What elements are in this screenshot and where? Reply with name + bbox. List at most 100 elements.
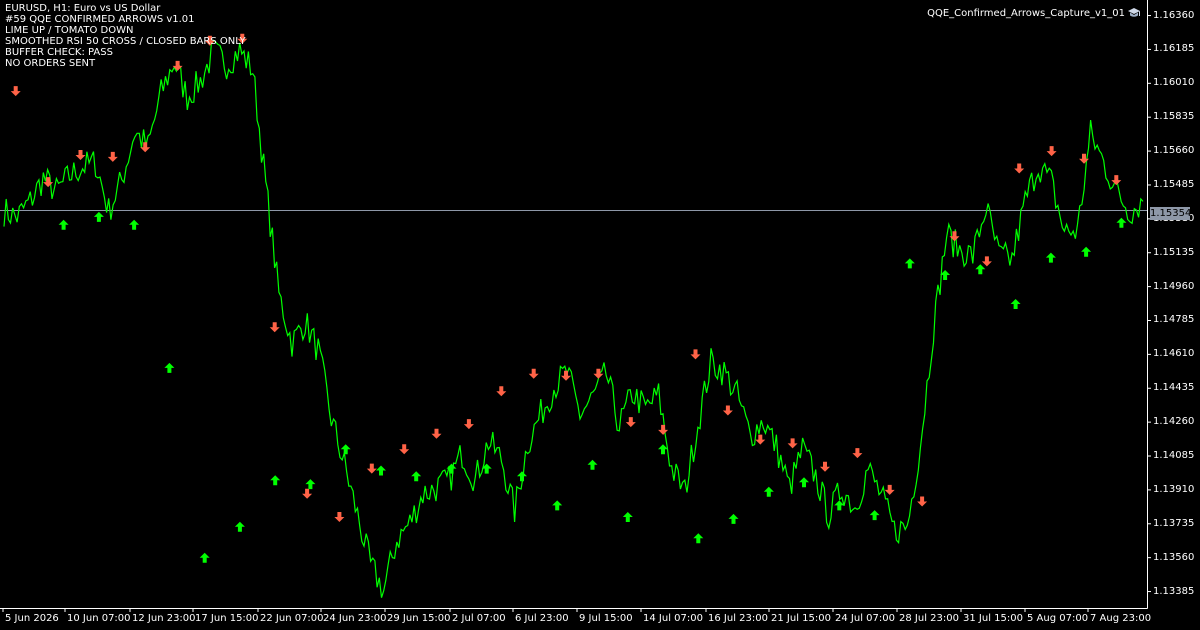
buy-arrow <box>1081 246 1092 257</box>
sell-arrow <box>820 461 830 472</box>
signal-arrows <box>10 33 1127 563</box>
sell-arrow <box>722 405 733 416</box>
buy-arrow <box>376 465 386 476</box>
price-tick-label: 1.16185 <box>1153 43 1195 55</box>
sell-arrow <box>1014 163 1025 174</box>
sell-arrow <box>496 386 507 397</box>
sell-arrow <box>561 370 571 381</box>
time-tick-label: 24 Jun 23:00 <box>323 613 387 624</box>
price-tick-label: 1.14960 <box>1153 280 1195 292</box>
bid-price-badge: 1.15354 <box>1150 207 1192 220</box>
buy-arrow <box>305 479 316 490</box>
indicator-name-label: QQE_Confirmed_Arrows_Capture_v1_01 <box>927 8 1125 19</box>
price-tick-label: 1.15135 <box>1153 246 1195 258</box>
axis-tick-marks <box>2 15 1151 612</box>
time-tick-label: 29 Jun 15:00 <box>387 613 451 624</box>
buy-arrow <box>869 510 880 521</box>
graduation-cap-icon <box>1128 8 1140 17</box>
sell-arrow <box>884 484 895 495</box>
sell-arrow <box>302 488 313 499</box>
sell-arrow <box>10 86 21 97</box>
price-tick-label: 1.14260 <box>1153 416 1195 428</box>
time-tick-label: 10 Jun 07:00 <box>67 613 131 624</box>
price-tick-label: 1.13910 <box>1153 483 1195 495</box>
time-tick-label: 2 Jul 07:00 <box>452 613 506 624</box>
buy-arrow <box>517 471 527 482</box>
time-tick-label: 22 Jun 07:00 <box>260 613 324 624</box>
price-tick-label: 1.15660 <box>1153 145 1195 157</box>
buy-arrow <box>552 500 563 511</box>
price-tick-label: 1.14610 <box>1153 348 1195 360</box>
buy-arrow <box>164 362 175 373</box>
buy-arrow <box>1116 217 1127 228</box>
sell-arrow <box>75 150 86 160</box>
time-tick-label: 21 Jul 15:00 <box>771 613 831 624</box>
time-tick-label: 24 Jul 07:00 <box>835 613 895 624</box>
chart-frame <box>0 0 1148 609</box>
buy-arrow <box>975 264 986 275</box>
buy-arrow <box>340 444 351 455</box>
price-tick-label: 1.16360 <box>1153 9 1195 21</box>
buy-arrow <box>234 521 245 532</box>
info-line: LIME UP / TOMATO DOWN <box>5 25 134 36</box>
info-line: NO ORDERS SENT <box>5 58 96 69</box>
info-line: EURUSD, H1: Euro vs US Dollar <box>5 3 161 14</box>
sell-arrow <box>852 448 863 459</box>
price-line <box>3 39 1144 598</box>
sell-arrow <box>625 417 636 428</box>
buy-arrow <box>93 211 104 222</box>
sell-arrow <box>463 419 474 430</box>
sell-arrow <box>1111 175 1122 186</box>
sell-arrow <box>399 444 410 455</box>
buy-arrow <box>1010 299 1021 309</box>
time-tick-label: 5 Aug 07:00 <box>1027 613 1089 624</box>
price-tick-label: 1.15835 <box>1153 111 1195 123</box>
time-tick-label: 5 Jun 2026 <box>5 613 59 624</box>
buy-arrow <box>58 219 69 230</box>
sell-arrow <box>269 322 280 333</box>
buy-arrow <box>199 552 210 563</box>
price-tick-label: 1.13560 <box>1153 551 1195 563</box>
buy-arrow <box>693 533 704 544</box>
info-line: BUFFER CHECK: PASS <box>5 47 113 58</box>
sell-arrow <box>658 424 669 435</box>
sell-arrow <box>917 496 928 507</box>
sell-arrow <box>690 349 701 360</box>
time-tick-label: 16 Jul 23:00 <box>708 613 768 624</box>
buy-arrow <box>411 471 422 482</box>
price-tick-label: 1.13385 <box>1153 585 1195 597</box>
sell-arrow <box>366 463 377 474</box>
sell-arrow <box>1046 146 1057 157</box>
sell-arrow <box>334 512 345 522</box>
buy-arrow <box>622 512 633 522</box>
price-tick-label: 1.14435 <box>1153 382 1195 394</box>
buy-arrow <box>270 475 281 486</box>
buy-arrow <box>1045 252 1056 263</box>
buy-arrow <box>904 258 915 269</box>
sell-arrow <box>981 256 992 267</box>
time-tick-label: 12 Jun 23:00 <box>132 613 196 624</box>
time-tick-label: 28 Jul 23:00 <box>899 613 959 624</box>
price-chart[interactable] <box>0 0 1200 630</box>
chart-window[interactable]: EURUSD, H1: Euro vs US Dollar #59 QQE CON… <box>0 0 1200 630</box>
price-tick-label: 1.14085 <box>1153 450 1195 462</box>
time-tick-label: 6 Jul 23:00 <box>515 613 569 624</box>
price-tick-label: 1.15485 <box>1153 178 1195 190</box>
buy-arrow <box>799 477 809 488</box>
sell-arrow <box>755 434 766 445</box>
time-tick-label: 31 Jul 15:00 <box>963 613 1023 624</box>
price-tick-label: 1.14785 <box>1153 314 1195 326</box>
sell-arrow <box>107 151 118 162</box>
buy-arrow <box>587 459 598 470</box>
sell-arrow <box>787 438 798 449</box>
time-tick-label: 14 Jul 07:00 <box>643 613 703 624</box>
sell-arrow <box>528 368 539 379</box>
info-line: SMOOTHED RSI 50 CROSS / CLOSED BARS ONLY <box>5 36 246 47</box>
buy-arrow <box>129 219 140 230</box>
info-line: #59 QQE CONFIRMED ARROWS v1.01 <box>5 14 195 25</box>
buy-arrow <box>763 486 774 497</box>
time-tick-label: 9 Jul 15:00 <box>579 613 633 624</box>
time-tick-label: 17 Jun 15:00 <box>195 613 259 624</box>
sell-arrow <box>431 428 442 439</box>
buy-arrow <box>728 513 739 524</box>
